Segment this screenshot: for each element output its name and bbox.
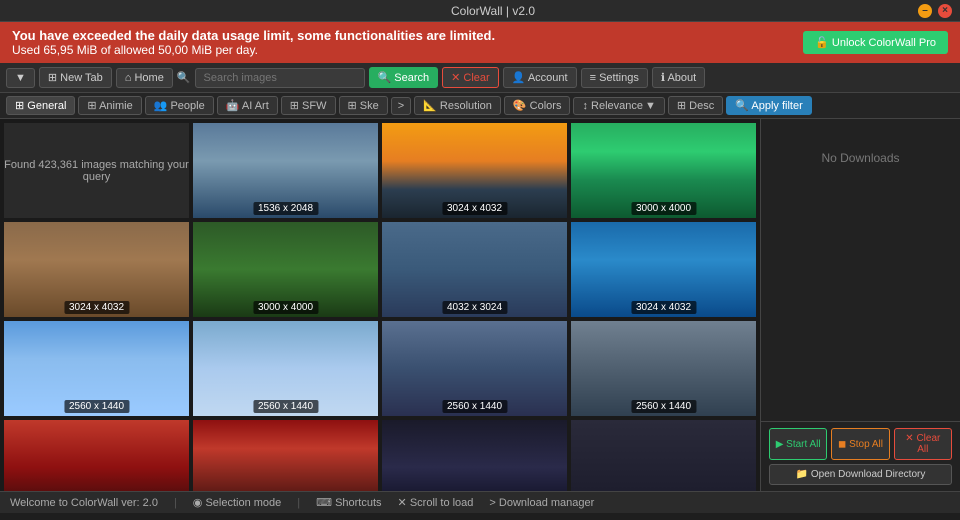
status-shortcuts[interactable]: ⌨ Shortcuts bbox=[316, 496, 381, 509]
image-item[interactable]: 4032 x 3024 bbox=[382, 222, 567, 317]
statusbar: Welcome to ColorWall ver: 2.0 | ◉ Select… bbox=[0, 491, 960, 513]
no-downloads-label: No Downloads bbox=[821, 151, 899, 165]
image-dimensions: 2560 x 1440 bbox=[253, 400, 318, 413]
image-item[interactable]: 3000 x 4000 bbox=[193, 222, 378, 317]
dropdown-button[interactable]: ▼ bbox=[6, 68, 35, 88]
image-dimensions: 3024 x 4032 bbox=[442, 202, 507, 215]
results-info: Found 423,361 images matching your query bbox=[4, 123, 189, 218]
image-item[interactable]: 2560 x 1440 bbox=[382, 321, 567, 416]
status-selection-mode[interactable]: ◉ Selection mode bbox=[193, 496, 281, 509]
image-item[interactable] bbox=[382, 420, 567, 491]
image-item[interactable]: 3024 x 4032 bbox=[4, 222, 189, 317]
home-button[interactable]: ⌂ Home bbox=[116, 68, 173, 88]
filter-general[interactable]: ⊞ General bbox=[6, 96, 75, 115]
search-icon: 🔍 bbox=[177, 71, 191, 84]
image-dimensions: 3024 x 4032 bbox=[64, 301, 129, 314]
image-dimensions: 3000 x 4000 bbox=[631, 202, 696, 215]
image-dimensions: 1536 x 2048 bbox=[253, 202, 318, 215]
minimize-button[interactable]: – bbox=[918, 4, 932, 18]
filter-ske[interactable]: ⊞ Ske bbox=[339, 96, 388, 115]
image-item[interactable]: 2560 x 1440 bbox=[193, 321, 378, 416]
filterbar: ⊞ General ⊞ Animie 👥 People 🤖 AI Art ⊞ S… bbox=[0, 93, 960, 119]
status-scroll-to-load[interactable]: ✕ Scroll to load bbox=[398, 496, 474, 509]
image-dimensions: 2560 x 1440 bbox=[631, 400, 696, 413]
image-dimensions: 4032 x 3024 bbox=[442, 301, 507, 314]
right-panel: No Downloads ▶ Start All ◼ Stop All ✕ Cl… bbox=[760, 119, 960, 491]
search-button[interactable]: 🔍 Search bbox=[369, 67, 439, 88]
image-item[interactable]: 3024 x 4032 bbox=[382, 123, 567, 218]
filter-more-button[interactable]: > bbox=[391, 97, 411, 115]
image-item[interactable] bbox=[571, 420, 756, 491]
titlebar: ColorWall | v2.0 – × bbox=[0, 0, 960, 22]
image-item[interactable]: 2560 x 1440 bbox=[4, 321, 189, 416]
open-download-dir-button[interactable]: 📁 Open Download Directory bbox=[769, 464, 952, 485]
image-item[interactable] bbox=[4, 420, 189, 491]
apply-filter-button[interactable]: 🔍 Apply filter bbox=[726, 96, 812, 115]
window-controls: – × bbox=[918, 4, 952, 18]
clear-all-button[interactable]: ✕ Clear All bbox=[894, 428, 952, 460]
filter-desc[interactable]: ⊞ Desc bbox=[668, 96, 723, 115]
about-button[interactable]: ℹ About bbox=[652, 67, 705, 88]
stop-all-button[interactable]: ◼ Stop All bbox=[831, 428, 889, 460]
close-button[interactable]: × bbox=[938, 4, 952, 18]
warning-line1: You have exceeded the daily data usage l… bbox=[12, 28, 495, 43]
image-grid-area[interactable]: Found 423,361 images matching your query… bbox=[0, 119, 760, 491]
filter-people[interactable]: 👥 People bbox=[145, 96, 214, 115]
start-all-button[interactable]: ▶ Start All bbox=[769, 428, 827, 460]
warning-banner: You have exceeded the daily data usage l… bbox=[0, 22, 960, 63]
image-dimensions: 2560 x 1440 bbox=[64, 400, 129, 413]
filter-animie[interactable]: ⊞ Animie bbox=[78, 96, 141, 115]
image-dimensions: 2560 x 1440 bbox=[442, 400, 507, 413]
filter-ai-art[interactable]: 🤖 AI Art bbox=[217, 96, 278, 115]
status-download-manager[interactable]: > Download manager bbox=[489, 497, 594, 509]
image-dimensions: 3024 x 4032 bbox=[631, 301, 696, 314]
settings-button[interactable]: ≡ Settings bbox=[581, 68, 648, 88]
image-item[interactable] bbox=[193, 420, 378, 491]
filter-resolution[interactable]: 📐 Resolution bbox=[414, 96, 501, 115]
warning-line2: Used 65,95 MiB of allowed 50,00 MiB per … bbox=[12, 43, 258, 57]
warning-text: You have exceeded the daily data usage l… bbox=[12, 28, 495, 57]
image-item[interactable]: 3024 x 4032 bbox=[571, 222, 756, 317]
image-dimensions: 3000 x 4000 bbox=[253, 301, 318, 314]
filter-relevance[interactable]: ↕ Relevance ▼ bbox=[573, 97, 664, 115]
app-title: ColorWall | v2.0 bbox=[451, 4, 535, 18]
image-grid: Found 423,361 images matching your query… bbox=[4, 123, 756, 491]
account-button[interactable]: 👤 Account bbox=[503, 67, 577, 88]
filter-colors[interactable]: 🎨 Colors bbox=[504, 96, 571, 115]
download-controls: ▶ Start All ◼ Stop All ✕ Clear All 📁 Ope… bbox=[760, 421, 960, 491]
unlock-button[interactable]: 🔓 Unlock ColorWall Pro bbox=[803, 31, 948, 54]
downloads-panel: No Downloads bbox=[760, 119, 960, 421]
new-tab-button[interactable]: ⊞ New Tab bbox=[39, 67, 112, 88]
search-input[interactable] bbox=[195, 68, 365, 88]
image-item[interactable]: 1536 x 2048 bbox=[193, 123, 378, 218]
dl-btn-row: ▶ Start All ◼ Stop All ✕ Clear All bbox=[769, 428, 952, 460]
main-area: Found 423,361 images matching your query… bbox=[0, 119, 960, 491]
clear-button[interactable]: ✕ Clear bbox=[442, 67, 499, 88]
filter-sfw[interactable]: ⊞ SFW bbox=[281, 96, 336, 115]
image-item[interactable]: 3000 x 4000 bbox=[571, 123, 756, 218]
status-welcome: Welcome to ColorWall ver: 2.0 bbox=[10, 497, 158, 509]
image-item[interactable]: 2560 x 1440 bbox=[571, 321, 756, 416]
toolbar: ▼ ⊞ New Tab ⌂ Home 🔍 🔍 Search ✕ Clear 👤 … bbox=[0, 63, 960, 93]
